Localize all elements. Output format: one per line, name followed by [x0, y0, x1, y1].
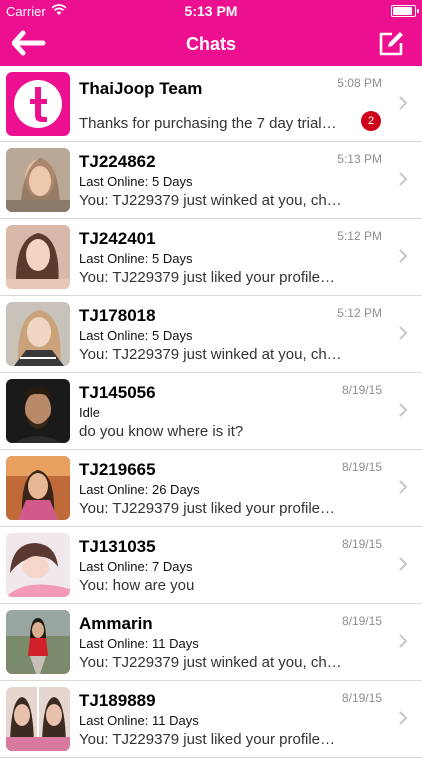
chevron-right-icon: [399, 480, 408, 494]
chat-message-preview: You: how are you: [79, 577, 195, 594]
chat-message-preview: do you know where is it?: [79, 423, 244, 440]
chat-message-preview: You: TJ229379 just liked your profile…: [79, 731, 335, 748]
avatar: [6, 302, 70, 366]
avatar: [6, 687, 70, 751]
chevron-right-icon: [399, 557, 408, 571]
chat-row[interactable]: TJ178018 Last Online: 5 Days You: TJ2293…: [0, 296, 422, 373]
compose-icon: [379, 32, 403, 56]
chat-time: 8/19/15: [341, 691, 382, 705]
profile-photo: [6, 379, 70, 443]
navigation-bar: Carrier 5:13 PM Chats: [0, 0, 422, 66]
chat-name: TJ224862: [79, 152, 156, 171]
chat-row[interactable]: TJ224862 Last Online: 5 Days You: TJ2293…: [0, 142, 422, 219]
profile-photo: [6, 687, 70, 751]
chat-time: 8/19/15: [341, 460, 382, 474]
chevron-right-icon: [399, 326, 408, 340]
avatar: [6, 456, 70, 520]
avatar: [6, 72, 70, 136]
avatar: [6, 379, 70, 443]
chat-message-preview: You: TJ229379 just winked at you, ch…: [79, 654, 342, 671]
clock: 5:13 PM: [184, 3, 238, 19]
thaijoop-logo-icon: [6, 72, 70, 136]
chat-status: Last Online: 5 Days: [79, 251, 193, 266]
chat-name: TJ131035: [79, 537, 156, 556]
chevron-right-icon: [399, 403, 408, 417]
status-bar: Carrier 5:13 PM: [0, 0, 422, 22]
avatar: [6, 225, 70, 289]
chat-message-preview: You: TJ229379 just liked your profile…: [79, 269, 335, 286]
profile-photo: [6, 533, 70, 597]
chat-list: ThaiJoop Team Thanks for purchasing the …: [0, 66, 422, 758]
chat-time: 8/19/15: [341, 614, 382, 628]
chat-name: TJ242401: [79, 229, 156, 248]
chevron-right-icon: [399, 634, 408, 648]
chat-status: Last Online: 11 Days: [79, 713, 199, 728]
avatar: [6, 148, 70, 212]
chat-time: 8/19/15: [341, 383, 382, 397]
avatar: [6, 610, 70, 674]
chat-message-preview: Thanks for purchasing the 7 day trial…: [79, 115, 337, 132]
chat-name: Ammarin: [79, 614, 153, 633]
chat-status: Last Online: 11 Days: [79, 636, 199, 651]
chat-name: TJ178018: [79, 306, 156, 325]
chat-row[interactable]: TJ219665 Last Online: 26 Days You: TJ229…: [0, 450, 422, 527]
page-title: Chats: [185, 34, 236, 54]
chevron-right-icon: [399, 249, 408, 263]
profile-photo: [6, 225, 70, 289]
chat-name: TJ145056: [79, 383, 156, 402]
chat-name: TJ219665: [79, 460, 156, 479]
chat-time: 5:08 PM: [337, 76, 382, 90]
chevron-right-icon: [399, 172, 408, 186]
chat-time: 5:12 PM: [337, 306, 382, 320]
chat-status: Last Online: 7 Days: [79, 559, 193, 574]
chat-time: 8/19/15: [341, 537, 382, 551]
chat-row[interactable]: TJ189889 Last Online: 11 Days You: TJ229…: [0, 681, 422, 758]
chat-status: Last Online: 26 Days: [79, 482, 200, 497]
chat-row[interactable]: Ammarin Last Online: 11 Days You: TJ2293…: [0, 604, 422, 681]
chat-status: Idle: [79, 405, 100, 420]
chat-message-preview: You: TJ229379 just winked at you, ch…: [79, 346, 342, 363]
profile-photo: [6, 148, 70, 212]
chat-row[interactable]: TJ145056 Idle do you know where is it? 8…: [0, 373, 422, 450]
profile-photo: [6, 302, 70, 366]
chat-message-preview: You: TJ229379 just winked at you, ch…: [79, 192, 342, 209]
chevron-right-icon: [399, 711, 408, 725]
chat-name: ThaiJoop Team: [79, 79, 203, 98]
battery-icon: [391, 5, 419, 17]
chat-name: TJ189889: [79, 691, 156, 710]
chat-time: 5:12 PM: [337, 229, 382, 243]
profile-photo: [6, 610, 70, 674]
chat-row[interactable]: TJ242401 Last Online: 5 Days You: TJ2293…: [0, 219, 422, 296]
profile-photo: [6, 456, 70, 520]
compose-button[interactable]: [377, 30, 405, 58]
chat-row[interactable]: TJ131035 Last Online: 7 Days You: how ar…: [0, 527, 422, 604]
chat-row[interactable]: ThaiJoop Team Thanks for purchasing the …: [0, 66, 422, 142]
chat-status: Last Online: 5 Days: [79, 174, 193, 189]
chevron-right-icon: [399, 96, 408, 110]
chat-status: Last Online: 5 Days: [79, 328, 193, 343]
unread-badge: 2: [361, 111, 381, 131]
chat-time: 5:13 PM: [337, 152, 382, 166]
chat-message-preview: You: TJ229379 just liked your profile…: [79, 500, 335, 517]
avatar: [6, 533, 70, 597]
